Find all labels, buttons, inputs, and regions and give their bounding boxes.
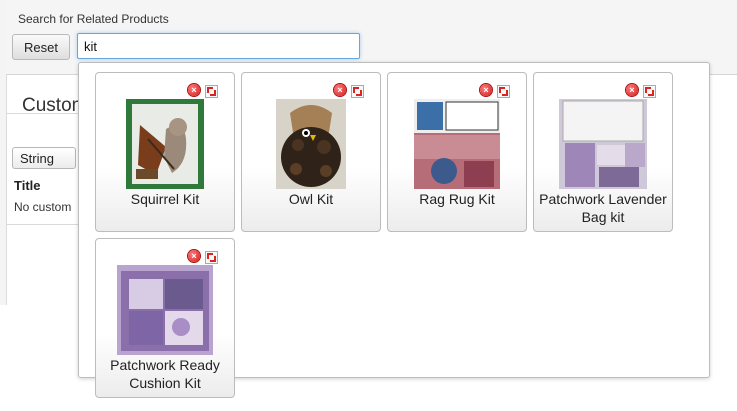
- product-name: Owl Kit: [288, 191, 334, 207]
- result-card-patchwork-ready-cushion-kit[interactable]: × Patchwork Ready Cushion Kit: [95, 238, 235, 398]
- search-label: Search for Related Products: [18, 12, 169, 26]
- product-thumbnail: [117, 265, 213, 355]
- expand-icon[interactable]: [643, 85, 656, 98]
- expand-icon[interactable]: [497, 85, 510, 98]
- result-card-patchwork-lavender-bag-kit[interactable]: × Patchwork Lavender Bag kit: [533, 72, 673, 232]
- remove-icon[interactable]: ×: [188, 84, 200, 96]
- remove-icon[interactable]: ×: [188, 250, 200, 262]
- product-name: Squirrel Kit: [130, 191, 200, 207]
- result-card-squirrel-kit[interactable]: × Squirrel Kit: [95, 72, 235, 232]
- expand-icon[interactable]: [351, 85, 364, 98]
- expand-icon[interactable]: [205, 251, 218, 264]
- reset-button[interactable]: Reset: [12, 34, 70, 60]
- title-column-header: Title: [14, 178, 41, 193]
- expand-icon[interactable]: [205, 85, 218, 98]
- search-results-dropdown: × Squirrel Kit × Owl Kit × Rag Rug Kit ×…: [78, 62, 710, 398]
- product-thumbnail: [276, 99, 346, 189]
- product-name: Patchwork Ready Cushion Kit: [110, 357, 220, 391]
- related-products-search-input[interactable]: [77, 33, 360, 59]
- type-select[interactable]: String: [12, 147, 76, 169]
- product-name: Patchwork Lavender Bag kit: [539, 191, 667, 225]
- product-thumbnail: [559, 99, 647, 189]
- result-card-owl-kit[interactable]: × Owl Kit: [241, 72, 381, 232]
- remove-icon[interactable]: ×: [626, 84, 638, 96]
- result-card-rag-rug-kit[interactable]: × Rag Rug Kit: [387, 72, 527, 232]
- product-thumbnail: [414, 99, 500, 189]
- empty-custom-options-text: No custom: [14, 200, 72, 214]
- remove-icon[interactable]: ×: [334, 84, 346, 96]
- remove-icon[interactable]: ×: [480, 84, 492, 96]
- product-thumbnail: [126, 99, 204, 189]
- product-name: Rag Rug Kit: [419, 191, 495, 207]
